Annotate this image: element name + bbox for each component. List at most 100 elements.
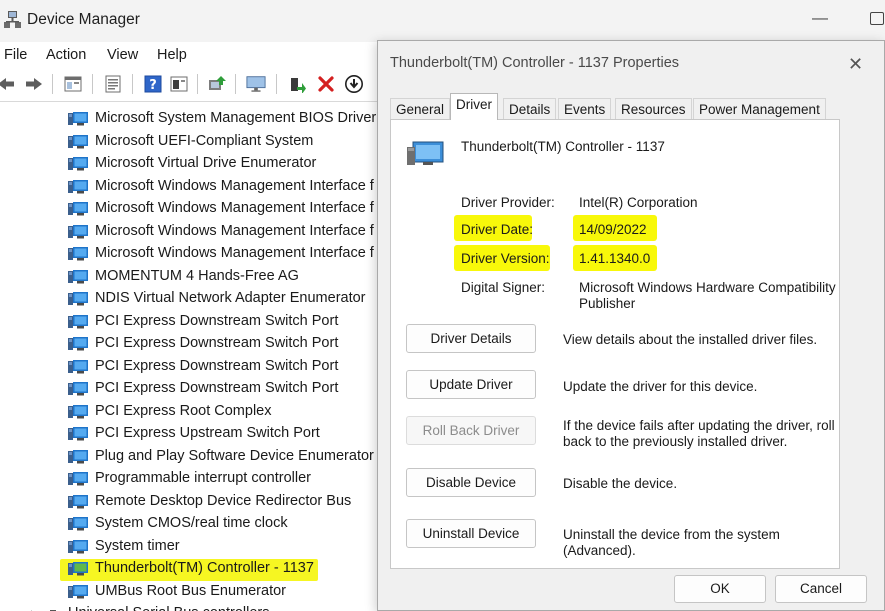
driver-version-label: Driver Version: (461, 251, 550, 266)
device-tree-item[interactable]: Microsoft System Management BIOS Driver (0, 108, 380, 131)
system-device-icon (68, 584, 88, 598)
device-tree-label: System CMOS/real time clock (95, 515, 288, 531)
cancel-button[interactable]: Cancel (775, 575, 867, 603)
window-title: Device Manager (27, 11, 140, 28)
device-tree-item[interactable]: PCI Express Root Complex (0, 401, 380, 424)
disable-device-button[interactable]: Disable Device (406, 468, 536, 497)
device-tree-label: Remote Desktop Device Redirector Bus (95, 492, 352, 509)
digital-signer-value: Microsoft Windows Hardware Compatibility (579, 280, 836, 295)
update-driver-icon[interactable] (207, 74, 227, 94)
system-device-icon (68, 539, 88, 553)
device-tree-item[interactable]: PCI Express Downstream Switch Port (0, 378, 380, 401)
device-tree-label: System timer (95, 537, 180, 554)
system-device-icon (68, 247, 88, 261)
digital-signer-value-cont: Publisher (579, 296, 636, 311)
device-tree-item[interactable]: PCI Express Downstream Switch Port (0, 311, 380, 334)
properties-icon[interactable] (63, 74, 83, 94)
uninstall-x-icon[interactable] (316, 74, 336, 94)
help-icon[interactable]: ? (143, 74, 163, 94)
update-driver-button[interactable]: Update Driver (406, 370, 536, 399)
device-tree-item[interactable]: Microsoft Virtual Drive Enumerator (0, 153, 380, 176)
back-arrow-icon[interactable] (0, 74, 16, 94)
device-tree-item[interactable]: MOMENTUM 4 Hands-Free AG (0, 266, 380, 289)
device-tree-label: Microsoft System Management BIOS Driver (95, 110, 377, 126)
system-device-icon (68, 269, 88, 283)
device-tree-item[interactable]: System CMOS/real time clock (0, 513, 380, 536)
system-device-icon (68, 404, 88, 418)
device-tree-item[interactable]: UMBus Root Bus Enumerator (0, 581, 380, 604)
device-tree-label: PCI Express Downstream Switch Port (95, 312, 339, 329)
update-driver-description: Update the driver for this device. (563, 379, 758, 394)
device-tree-item[interactable]: Microsoft Windows Management Interface f (0, 221, 380, 244)
device-tree-item[interactable]: Microsoft Windows Management Interface f (0, 198, 380, 221)
device-tree-item[interactable]: Thunderbolt(TM) Controller - 1137 (0, 558, 380, 581)
uninstall-device-button[interactable]: Uninstall Device (406, 519, 536, 548)
device-tree-item[interactable]: Universal Serial Bus controllers (0, 603, 380, 611)
device-tree-item[interactable]: PCI Express Upstream Switch Port (0, 423, 380, 446)
system-device-icon (68, 494, 88, 508)
device-tree-item[interactable]: Plug and Play Software Device Enumerator (0, 446, 380, 469)
device-tree-item[interactable]: Microsoft Windows Management Interface f (0, 243, 380, 266)
dialog-title: Thunderbolt(TM) Controller - 1137 Proper… (390, 55, 680, 71)
svg-text:?: ? (149, 78, 157, 93)
device-tree-label: PCI Express Downstream Switch Port (95, 335, 339, 351)
roll-back-driver-button[interactable]: Roll Back Driver (406, 416, 536, 445)
disable-device-description: Disable the device. (563, 476, 678, 491)
device-view-icon[interactable] (169, 74, 189, 94)
enable-device-icon[interactable] (288, 74, 308, 94)
system-device-icon (68, 359, 88, 373)
close-icon[interactable]: ✕ (848, 54, 863, 75)
maximize-button[interactable] (870, 12, 884, 25)
roll-back-description-cont: back to the previously installed driver. (563, 434, 788, 449)
system-device-icon (68, 517, 88, 531)
driver-provider-value: Intel(R) Corporation (579, 195, 698, 210)
system-device-icon (68, 337, 88, 351)
forward-arrow-icon[interactable] (24, 74, 44, 94)
menu-view[interactable]: View (107, 47, 138, 63)
ok-button[interactable]: OK (674, 575, 766, 603)
driver-provider-label: Driver Provider: (461, 195, 555, 210)
driver-version-value: 1.41.1340.0 (579, 251, 651, 266)
device-tree-label: PCI Express Downstream Switch Port (95, 357, 339, 374)
driver-details-description: View details about the installed driver … (563, 332, 818, 347)
title-bar: Device Manager — (0, 0, 885, 42)
device-tree-label: Microsoft UEFI-Compliant System (95, 132, 314, 149)
menu-help[interactable]: Help (157, 47, 187, 63)
system-device-icon (68, 292, 88, 306)
driver-details-button[interactable]: Driver Details (406, 324, 536, 353)
tab-resources[interactable]: Resources (615, 98, 692, 120)
monitor-icon[interactable] (246, 74, 266, 94)
tab-strip: General Driver Details Events Resources … (390, 91, 828, 120)
device-tree-item[interactable]: System timer (0, 536, 380, 559)
device-tree-item[interactable]: NDIS Virtual Network Adapter Enumerator (0, 288, 380, 311)
device-tree-label: NDIS Virtual Network Adapter Enumerator (95, 290, 366, 306)
device-tree-label: Microsoft Windows Management Interface f (95, 245, 374, 261)
system-device-icon (68, 449, 88, 463)
minimize-button[interactable]: — (810, 10, 830, 28)
system-device-icon (68, 472, 88, 486)
device-tree-item[interactable]: Microsoft Windows Management Interface f (0, 176, 380, 199)
tab-general[interactable]: General (390, 98, 451, 120)
device-tree-item[interactable]: PCI Express Downstream Switch Port (0, 333, 380, 356)
tab-driver[interactable]: Driver (450, 93, 498, 120)
device-tree-label: Microsoft Windows Management Interface f (95, 177, 374, 194)
list-icon[interactable] (103, 74, 123, 94)
device-tree-item[interactable]: Programmable interrupt controller (0, 468, 380, 491)
device-tree-item[interactable]: Remote Desktop Device Redirector Bus (0, 491, 380, 514)
tab-details[interactable]: Details (503, 98, 557, 120)
device-tree-label: PCI Express Upstream Switch Port (95, 425, 320, 441)
tab-events[interactable]: Events (558, 98, 612, 120)
system-device-icon (68, 202, 88, 216)
device-tree-label: Microsoft Windows Management Interface f (95, 200, 374, 216)
device-tree-label: PCI Express Root Complex (95, 402, 272, 419)
tab-power-management[interactable]: Power Management (693, 98, 826, 120)
device-manager-app-icon (4, 11, 21, 28)
download-icon[interactable] (344, 74, 364, 94)
device-tree-item[interactable]: PCI Express Downstream Switch Port (0, 356, 380, 379)
device-tree-label: Thunderbolt(TM) Controller - 1137 (95, 560, 314, 576)
device-tree-label: Plug and Play Software Device Enumerator (95, 447, 374, 464)
device-tree[interactable]: Microsoft System Management BIOS Driver M… (0, 108, 380, 611)
menu-action[interactable]: Action (46, 47, 86, 63)
device-tree-item[interactable]: Microsoft UEFI-Compliant System (0, 131, 380, 154)
menu-file[interactable]: File (4, 47, 27, 63)
